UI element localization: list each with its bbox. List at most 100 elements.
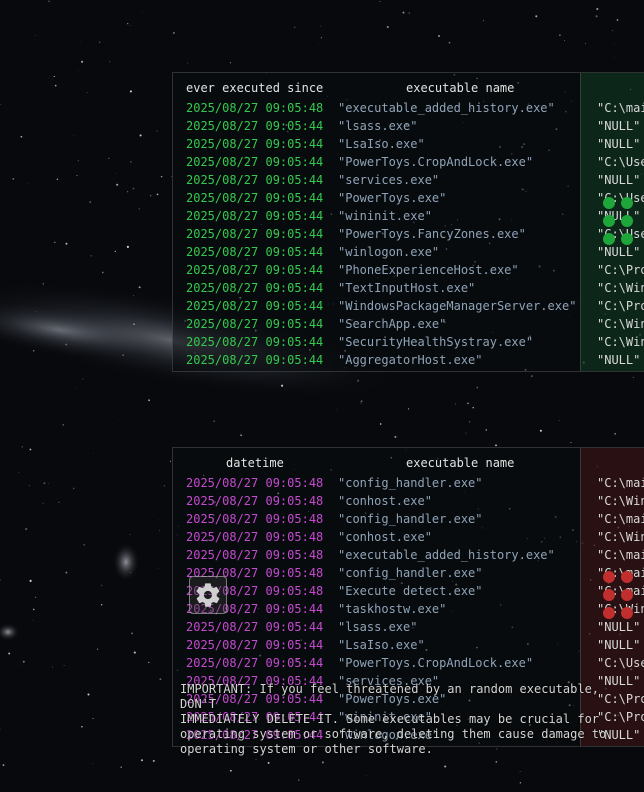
executable-name-cell: "winlogon.exe" (338, 245, 440, 259)
executable-name-cell: "services.exe" (338, 173, 440, 187)
table-row: 2025/08/27 09:05:44 "winlogon.exe" "NULL" (173, 243, 644, 261)
datetime-cell: 2025/08/27 09:05:44 (186, 620, 324, 634)
table-row: 2025/08/27 09:05:48 "config_handler.exe" "… (173, 564, 644, 582)
table-row: 2025/08/27 09:05:44 "services.exe" "NULL" (173, 171, 644, 189)
table-row: 2025/08/27 09:05:48 "Execute detect.exe" "… (173, 582, 644, 600)
path-cell: "NULL" (597, 638, 641, 652)
column-header-executable-name: executable name (406, 456, 515, 470)
table-row: 2025/08/27 09:05:44 "AggregatorHost.exe" "… (173, 351, 644, 369)
executable-name-cell: "conhost.exe" (338, 530, 432, 544)
datetime-cell: 2025/08/27 09:05:44 (186, 191, 324, 205)
executable-name-cell: "PowerToys.CropAndLock.exe" (338, 656, 534, 670)
path-cell: "C:\Win (597, 494, 644, 508)
table-row: 2025/08/27 09:05:48 "executable_added_his… (173, 546, 644, 564)
table-row: 2025/08/27 09:05:44 "LsaIso.exe" "NULL" (173, 636, 644, 654)
path-cell: "C:\Win (597, 281, 644, 295)
datetime-cell: 2025/08/27 09:05:48 (186, 476, 324, 490)
executable-name-cell: "LsaIso.exe" (338, 137, 425, 151)
datetime-cell: 2025/08/27 09:05:44 (186, 638, 324, 652)
path-cell: "NULL" (597, 173, 641, 187)
table-row: 2025/08/27 09:05:44 "wininit.exe" "NULL" (173, 207, 644, 225)
path-cell: "C:\mai (597, 476, 644, 490)
column-header-ever-executed: ever executed since (186, 81, 324, 95)
datetime-cell: 2025/08/27 09:05:44 (186, 227, 324, 241)
executable-name-cell: "PhoneExperienceHost.exe" (338, 263, 519, 277)
executable-name-cell: "WindowsPackageManagerServer.exe" (338, 299, 577, 313)
warning-notice: IMPORTANT: If you feel threatened by an … (180, 682, 607, 756)
status-dot-green (621, 233, 633, 245)
executable-name-cell: "lsass.exe" (338, 119, 418, 133)
datetime-cell: 2025/08/27 09:05:44 (186, 137, 324, 151)
path-cell: "C:\Win (597, 335, 644, 349)
status-dot-red (621, 607, 633, 619)
table-row: 2025/08/27 09:05:44 "TextInputHost.exe" "C… (173, 279, 644, 297)
datetime-cell: 2025/08/27 09:05:44 (186, 335, 324, 349)
column-header-datetime: datetime (226, 456, 284, 470)
status-dot-red (603, 607, 615, 619)
table-row: 2025/08/27 09:05:44 "WindowsPackageManage… (173, 297, 644, 315)
gear-icon (196, 583, 220, 607)
path-cell: "NULL" (597, 245, 641, 259)
table-row: 2025/08/27 09:05:44 "SearchApp.exe" "C:\Wi… (173, 315, 644, 333)
executables-since-panel: ever executed since executable name 2025… (172, 72, 644, 372)
table-row: 2025/08/27 09:05:48 "conhost.exe" "C:\Win (173, 528, 644, 546)
table-row: 2025/08/27 09:05:44 "PowerToys.CropAndLoc… (173, 654, 644, 672)
status-dot-green (603, 233, 615, 245)
datetime-cell: 2025/08/27 09:05:48 (186, 494, 324, 508)
executable-name-cell: "conhost.exe" (338, 494, 432, 508)
path-cell: "NULL" (597, 353, 641, 367)
status-dot-red (621, 571, 633, 583)
status-dot-green (603, 215, 615, 227)
table-row: 2025/08/27 09:05:44 "PhoneExperienceHost.… (173, 261, 644, 279)
datetime-cell: 2025/08/27 09:05:44 (186, 299, 324, 313)
column-header-executable-name: executable name (406, 81, 515, 95)
table-row: 2025/08/27 09:05:48 "config_handler.exe" "… (173, 510, 644, 528)
table-row: 2025/08/27 09:05:44 "PowerToys.CropAndLoc… (173, 153, 644, 171)
table-row: 2025/08/27 09:05:44 "PowerToys.exe" "C:\Us… (173, 189, 644, 207)
table-row: 2025/08/27 09:05:44 "lsass.exe" "NULL" (173, 618, 644, 636)
executable-name-cell: "AggregatorHost.exe" (338, 353, 483, 367)
executable-name-cell: "taskhostw.exe" (338, 602, 447, 616)
executable-name-cell: "PowerToys.exe" (338, 191, 447, 205)
path-cell: "NULL" (597, 137, 641, 151)
table-row: 2025/08/27 09:05:44 "taskhostw.exe" "C:\Wi… (173, 600, 644, 618)
table-row: 2025/08/27 09:05:44 "PowerToys.FancyZones… (173, 225, 644, 243)
path-cell: "C:\Pro (597, 299, 644, 313)
path-cell: "NULL" (597, 620, 641, 634)
executable-name-cell: "config_handler.exe" (338, 566, 483, 580)
executable-name-cell: "executable_added_history.exe" (338, 548, 555, 562)
executable-name-cell: "PowerToys.CropAndLock.exe" (338, 155, 534, 169)
executable-name-cell: "wininit.exe" (338, 209, 432, 223)
status-dot-red (621, 589, 633, 601)
executable-name-cell: "config_handler.exe" (338, 512, 483, 526)
path-cell: "C:\mai (597, 101, 644, 115)
table-row: 2025/08/27 09:05:48 "conhost.exe" "C:\Win (173, 492, 644, 510)
status-dot-green (621, 197, 633, 209)
executable-name-cell: "TextInputHost.exe" (338, 281, 476, 295)
status-dot-red (603, 589, 615, 601)
executable-name-cell: "Execute detect.exe" (338, 584, 483, 598)
path-cell: "C:\mai (597, 548, 644, 562)
path-cell: "C:\Win (597, 317, 644, 331)
datetime-cell: 2025/08/27 09:05:48 (186, 530, 324, 544)
executable-name-cell: "LsaIso.exe" (338, 638, 425, 652)
datetime-cell: 2025/08/27 09:05:44 (186, 656, 324, 670)
table-row: 2025/08/27 09:05:48 "executable_added_his… (173, 99, 644, 117)
table-row: 2025/08/27 09:05:44 "lsass.exe" "NULL" (173, 117, 644, 135)
settings-button[interactable] (189, 576, 227, 614)
datetime-cell: 2025/08/27 09:05:44 (186, 353, 324, 367)
datetime-cell: 2025/08/27 09:05:44 (186, 209, 324, 223)
executable-name-cell: "executable_added_history.exe" (338, 101, 555, 115)
datetime-cell: 2025/08/27 09:05:44 (186, 317, 324, 331)
executable-name-cell: "config_handler.exe" (338, 476, 483, 490)
datetime-cell: 2025/08/27 09:05:44 (186, 119, 324, 133)
table-row: 2025/08/27 09:05:44 "LsaIso.exe" "NULL" (173, 135, 644, 153)
table-row: 2025/08/27 09:05:44 "SecurityHealthSystra… (173, 333, 644, 351)
path-cell: "C:\Pro (597, 263, 644, 277)
datetime-cell: 2025/08/27 09:05:44 (186, 245, 324, 259)
executable-name-cell: "PowerToys.FancyZones.exe" (338, 227, 526, 241)
datetime-cell: 2025/08/27 09:05:44 (186, 263, 324, 277)
status-dot-green (621, 215, 633, 227)
datetime-cell: 2025/08/27 09:05:48 (186, 548, 324, 562)
path-cell: "C:\mai (597, 512, 644, 526)
